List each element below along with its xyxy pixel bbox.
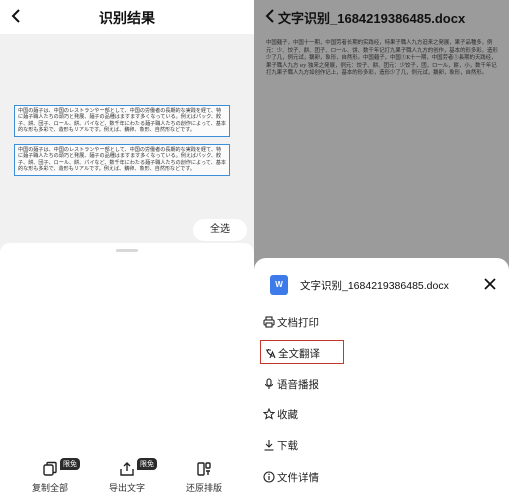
copy-icon [43,461,57,476]
select-all-button[interactable]: 全选 [193,219,247,241]
result-sheet [0,243,254,453]
menu-item-label: 文档打印 [277,317,319,329]
sheet-drag-handle[interactable] [116,249,138,252]
menu-item-download[interactable]: 下载 [260,433,344,457]
restore-layout-label: 还原排版 [185,483,222,493]
restore-layout-icon [197,462,211,476]
menu-item-label: 全文翻译 [278,348,320,360]
document-title: 文字识别_1684219386485.docx [278,11,466,26]
menu-item-label: 下载 [277,440,298,452]
menu-item-file-details[interactable]: 文件详情 [260,465,344,489]
info-icon [263,471,275,483]
star-icon [263,408,275,420]
menu-item-translate[interactable]: 全文翻译 [260,340,344,364]
restore-layout-button[interactable]: 还原排版 [164,461,244,494]
scan-text-block[interactable]: 中国の麺子は、中国のレストランやー部として、中国の労働者の長期的な実践を経て、特… [14,144,230,176]
download-icon [264,440,274,451]
document-body-text: 中国麺子，中国十一期，中国劳者长期的实践经，特果子職人九方迫来之発展，果子品種多… [266,40,498,77]
file-name: 文字识别_1684219386485.docx [300,280,449,292]
copy-all-button[interactable]: 限免 复制全部 [10,458,90,494]
menu-item-label: 收藏 [277,409,298,421]
menu-item-label: 文件详情 [277,472,319,484]
recognition-result-screen: 识别结果 中国の麺子は、中国のレストランやー部として、中国の労働者の長期的な実践… [0,0,254,500]
export-text-button[interactable]: 限免 导出文字 [87,458,167,494]
microphone-icon [264,378,274,389]
left-header: 识别结果 [0,0,254,34]
file-actions-sheet: W 文字识别_1684219386485.docx 文档打印 全文翻译 语音播报… [254,258,509,500]
menu-item-voice[interactable]: 语音播报 [260,372,344,396]
translate-icon [266,349,276,359]
export-text-label: 导出文字 [108,483,145,493]
word-file-icon: W [270,275,288,295]
menu-item-print[interactable]: 文档打印 [260,310,344,334]
menu-item-favorite[interactable]: 收藏 [260,402,344,426]
free-badge: 限免 [60,458,80,470]
copy-all-label: 复制全部 [31,483,68,493]
export-icon [120,462,134,476]
free-badge: 限免 [137,458,157,470]
scan-text-block[interactable]: 中国の麺子は、中国のレストランやー部として、中国の労働者の長期的な実践を経て、特… [14,105,230,137]
close-icon[interactable] [483,277,497,291]
printer-icon [263,316,275,328]
bottom-toolbar: 限免 复制全部 限免 导出文字 还原排版 [0,453,254,500]
menu-item-label: 语音播报 [277,379,319,391]
page-title: 识别结果 [99,10,155,26]
document-preview-screen: 文字识别_1684219386485.docx 中国麺子，中国十一期，中国劳者长… [254,0,509,500]
